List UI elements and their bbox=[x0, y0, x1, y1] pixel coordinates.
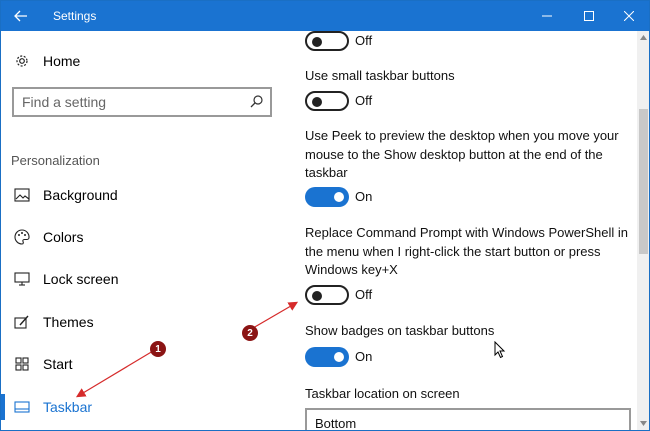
sidebar-item-themes[interactable]: Themes bbox=[11, 309, 271, 335]
toggle-state: Off bbox=[355, 287, 373, 302]
toggle-state: On bbox=[355, 189, 373, 204]
sidebar-item-lock-screen[interactable]: Lock screen bbox=[11, 266, 271, 292]
toggle-state: Off bbox=[355, 33, 373, 48]
toggle-small-buttons[interactable] bbox=[305, 91, 349, 111]
section-heading: Personalization bbox=[11, 153, 100, 168]
toggle-knob bbox=[334, 352, 344, 362]
settings-content: Off Use small taskbar buttons Off Use Pe… bbox=[291, 31, 637, 431]
gear-icon bbox=[11, 54, 33, 68]
toggle-powershell[interactable] bbox=[305, 285, 349, 305]
sidebar-item-label: Start bbox=[43, 356, 73, 372]
sidebar-item-label: Taskbar bbox=[43, 399, 93, 415]
sidebar-item-label: Colors bbox=[43, 229, 84, 245]
callout-2: 2 bbox=[242, 325, 258, 341]
location-label: Taskbar location on screen bbox=[305, 386, 460, 401]
close-button[interactable] bbox=[609, 1, 649, 31]
toggle-knob bbox=[312, 97, 322, 107]
setting-label: Show badges on taskbar buttons bbox=[305, 323, 495, 338]
minimize-icon bbox=[542, 15, 552, 17]
setting-label: Replace Command Prompt with Windows Powe… bbox=[305, 225, 628, 277]
scroll-up-icon[interactable] bbox=[637, 31, 649, 43]
sidebar-item-start[interactable]: Start bbox=[11, 351, 271, 377]
toggle-knob bbox=[312, 37, 322, 47]
settings-window: Settings Home Find a setting Personaliza… bbox=[0, 0, 650, 431]
search-placeholder: Find a setting bbox=[22, 94, 107, 110]
setting-label: Use Peek to preview the desktop when you… bbox=[305, 128, 619, 180]
nav-home-label: Home bbox=[43, 53, 81, 69]
setting-label: Use small taskbar buttons bbox=[305, 68, 455, 83]
toggle-state: On bbox=[355, 349, 373, 364]
toggle-state: Off bbox=[355, 93, 373, 108]
scrollbar[interactable] bbox=[637, 31, 649, 430]
back-arrow-icon bbox=[14, 10, 27, 22]
sidebar-item-colors[interactable]: Colors bbox=[11, 224, 271, 250]
sidebar-item-background[interactable]: Background bbox=[11, 182, 271, 208]
back-button[interactable] bbox=[1, 1, 41, 31]
scroll-down-icon[interactable] bbox=[637, 417, 649, 429]
picture-icon bbox=[11, 186, 33, 204]
sidebar-item-taskbar[interactable]: Taskbar bbox=[11, 394, 271, 420]
palette-icon bbox=[11, 228, 33, 246]
active-indicator bbox=[1, 394, 5, 420]
toggle-switch[interactable] bbox=[305, 31, 349, 51]
sidebar-item-label: Lock screen bbox=[43, 271, 119, 287]
monitor-icon bbox=[11, 270, 33, 288]
toggle-knob bbox=[334, 192, 344, 202]
toggle-badges[interactable] bbox=[305, 347, 349, 367]
taskbar-icon bbox=[11, 398, 33, 416]
sidebar-item-label: Background bbox=[43, 187, 118, 203]
sidebar: Home Find a setting Personalization Back… bbox=[1, 31, 291, 430]
brush-icon bbox=[11, 313, 33, 331]
maximize-icon bbox=[584, 11, 594, 21]
scroll-thumb[interactable] bbox=[639, 109, 648, 254]
title-bar: Settings bbox=[1, 1, 649, 31]
nav-home[interactable]: Home bbox=[11, 49, 80, 73]
minimize-button[interactable] bbox=[527, 1, 567, 31]
taskbar-location-dropdown[interactable]: Bottom bbox=[305, 408, 631, 431]
close-icon bbox=[624, 11, 634, 21]
mouse-cursor-icon bbox=[494, 341, 506, 359]
sidebar-item-label: Themes bbox=[43, 314, 94, 330]
maximize-button[interactable] bbox=[569, 1, 609, 31]
start-tiles-icon bbox=[11, 355, 33, 373]
callout-1: 1 bbox=[150, 341, 166, 357]
search-icon bbox=[250, 94, 264, 111]
window-title: Settings bbox=[53, 9, 97, 23]
search-box[interactable]: Find a setting bbox=[12, 87, 272, 117]
toggle-knob bbox=[312, 291, 322, 301]
dropdown-value: Bottom bbox=[315, 415, 357, 431]
toggle-peek[interactable] bbox=[305, 187, 349, 207]
